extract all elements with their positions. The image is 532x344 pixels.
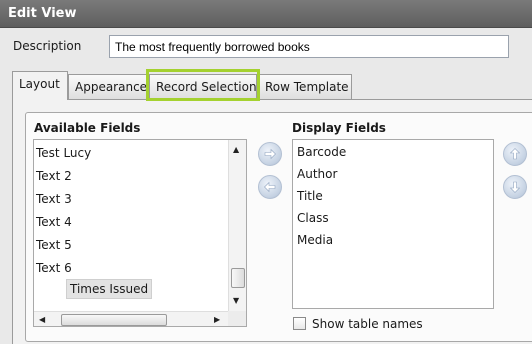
tab-appearance-label: Appearance bbox=[75, 80, 148, 94]
description-input[interactable] bbox=[109, 35, 509, 58]
tab-appearance[interactable]: Appearance bbox=[68, 74, 147, 99]
scroll-right-arrow-icon[interactable]: ▶ bbox=[214, 315, 220, 324]
scroll-down-arrow-icon[interactable]: ▼ bbox=[233, 296, 239, 305]
list-item[interactable]: Author bbox=[297, 167, 337, 181]
arrow-down-icon bbox=[509, 181, 521, 193]
tab-row-template-label: Row Template bbox=[265, 80, 349, 94]
list-item[interactable]: Test Lucy bbox=[36, 144, 91, 162]
list-item[interactable]: Class bbox=[297, 211, 329, 225]
available-fields-hscrollbar[interactable]: ◀ ▶ bbox=[34, 311, 228, 326]
tab-layout-label: Layout bbox=[19, 77, 60, 91]
remove-field-button[interactable] bbox=[258, 175, 282, 199]
tab-row-template[interactable]: Row Template bbox=[258, 74, 352, 99]
arrow-left-icon bbox=[264, 181, 276, 193]
hscroll-thumb[interactable] bbox=[61, 314, 167, 326]
list-item[interactable]: Media bbox=[297, 233, 333, 247]
available-fields-title: Available Fields bbox=[34, 121, 141, 135]
list-item[interactable]: Text 3 bbox=[36, 190, 72, 208]
list-item[interactable]: Barcode bbox=[297, 145, 346, 159]
move-up-button[interactable] bbox=[503, 142, 527, 166]
vscroll-thumb[interactable] bbox=[231, 268, 245, 288]
list-item[interactable]: Title bbox=[297, 189, 323, 203]
list-item[interactable]: Text 4 bbox=[36, 213, 72, 231]
display-fields-title: Display Fields bbox=[292, 121, 386, 135]
scroll-left-arrow-icon[interactable]: ◀ bbox=[39, 315, 45, 324]
show-table-names-label: Show table names bbox=[312, 317, 423, 331]
scroll-up-arrow-icon[interactable]: ▲ bbox=[233, 145, 239, 154]
available-fields-vscrollbar[interactable]: ▲ ▼ bbox=[228, 140, 246, 311]
scroll-corner bbox=[228, 311, 246, 326]
window-titlebar: Edit View bbox=[0, 0, 532, 28]
arrow-up-icon bbox=[509, 148, 521, 160]
tab-record-selection[interactable]: Record Selection bbox=[149, 74, 257, 99]
list-item[interactable]: Text 6 bbox=[36, 259, 72, 277]
move-down-button[interactable] bbox=[503, 175, 527, 199]
list-item[interactable]: Text 2 bbox=[36, 167, 72, 185]
tab-record-selection-label: Record Selection bbox=[156, 80, 257, 94]
show-table-names-checkbox[interactable] bbox=[293, 317, 306, 330]
add-field-button[interactable] bbox=[258, 142, 282, 166]
list-item-selected[interactable]: Times Issued bbox=[66, 279, 153, 299]
arrow-right-icon bbox=[264, 148, 276, 160]
tab-layout[interactable]: Layout bbox=[12, 71, 68, 100]
window-title: Edit View bbox=[8, 6, 77, 21]
list-item[interactable]: Text 5 bbox=[36, 236, 72, 254]
description-label: Description bbox=[13, 39, 82, 53]
